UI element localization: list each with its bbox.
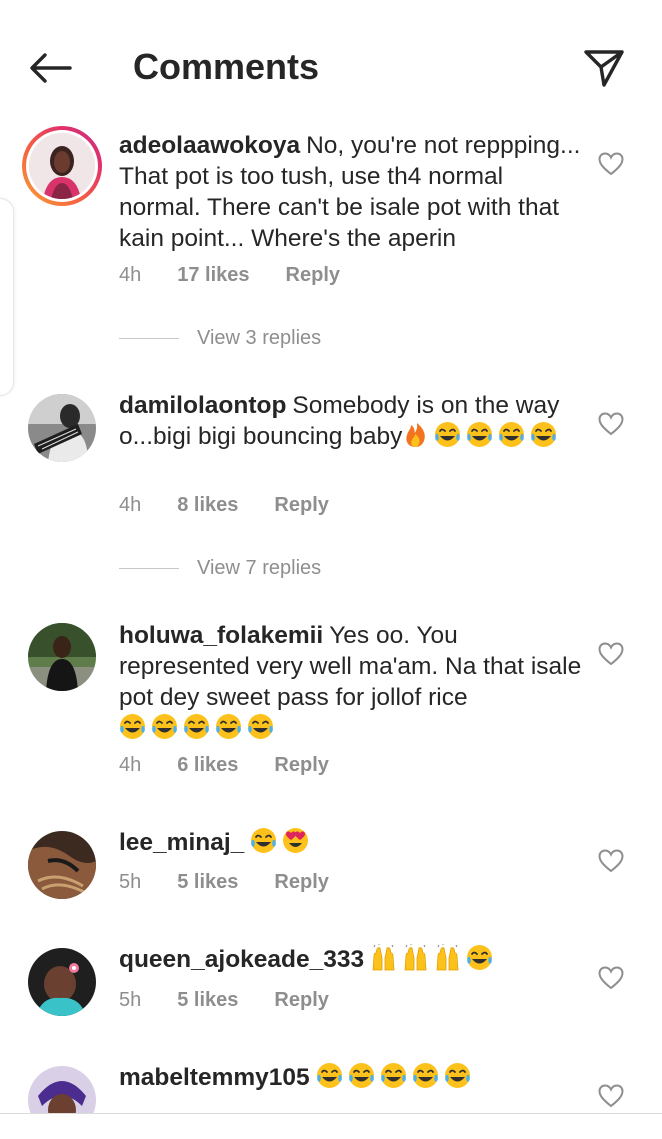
avatar-image bbox=[28, 831, 96, 899]
like-button[interactable] bbox=[598, 152, 624, 176]
comment-time: 4h bbox=[119, 494, 142, 516]
avatar-image bbox=[28, 394, 96, 462]
heart-icon bbox=[598, 849, 624, 873]
comment-time: 5h bbox=[119, 989, 142, 1011]
like-button[interactable] bbox=[598, 1084, 624, 1108]
comment-time: 5h bbox=[119, 871, 142, 893]
joy-emoji bbox=[530, 421, 557, 448]
avatar[interactable] bbox=[22, 126, 102, 206]
comment-likes[interactable]: 17 likes bbox=[177, 264, 249, 287]
view-replies-label: View 7 replies bbox=[197, 557, 322, 579]
joy-emoji bbox=[434, 421, 461, 448]
comment-meta: 4h 6 likes Reply bbox=[119, 754, 329, 777]
joy-emoji bbox=[247, 713, 274, 740]
joy-emoji bbox=[498, 421, 525, 448]
reply-button[interactable]: Reply bbox=[274, 871, 328, 894]
comment-time: 4h bbox=[119, 264, 142, 286]
heart-icon bbox=[598, 152, 624, 176]
reply-button[interactable]: Reply bbox=[286, 264, 340, 287]
joy-emoji bbox=[215, 713, 242, 740]
comment-meta: 5h 5 likes Reply bbox=[119, 871, 329, 894]
view-replies-button[interactable]: View 3 replies bbox=[119, 327, 321, 350]
comment-username[interactable]: lee_minaj_ bbox=[119, 829, 244, 856]
joy-emoji bbox=[412, 1062, 439, 1089]
avatar-image bbox=[28, 948, 96, 1016]
comment-text: queen_ajokeade_333 bbox=[119, 944, 584, 975]
heart-icon bbox=[598, 966, 624, 990]
avatar[interactable] bbox=[28, 831, 96, 899]
like-button[interactable] bbox=[598, 849, 624, 873]
joy-emoji bbox=[444, 1062, 471, 1089]
avatar-image bbox=[29, 133, 95, 199]
joy-emoji bbox=[250, 827, 277, 854]
share-button[interactable] bbox=[578, 44, 630, 92]
comment-text: mabeltemmy105 bbox=[119, 1062, 584, 1093]
comments-screen: Comments adeolaawokoya No, you're not re… bbox=[0, 0, 662, 1139]
reply-button[interactable]: Reply bbox=[274, 494, 328, 517]
avatar[interactable] bbox=[28, 394, 96, 462]
arrow-left-icon bbox=[30, 53, 72, 83]
comment-text: adeolaawokoya No, you're not reppping... … bbox=[119, 130, 584, 254]
divider-line bbox=[119, 338, 179, 339]
comment-likes[interactable]: 5 likes bbox=[177, 989, 238, 1012]
heart-icon bbox=[598, 412, 624, 436]
comment-input-bar[interactable] bbox=[0, 1114, 662, 1139]
comment-meta: 4h 8 likes Reply bbox=[119, 494, 329, 517]
comment-meta: 5h 5 likes Reply bbox=[119, 989, 329, 1012]
like-button[interactable] bbox=[598, 642, 624, 666]
joy-emoji bbox=[183, 713, 210, 740]
side-panel-edge bbox=[0, 198, 14, 396]
comment-username[interactable]: queen_ajokeade_333 bbox=[119, 946, 364, 973]
comment-text: lee_minaj_ bbox=[119, 827, 584, 858]
comment-username[interactable]: holuwa_folakemii bbox=[119, 622, 323, 649]
heart-icon bbox=[598, 1084, 624, 1108]
raised-hands-emoji bbox=[434, 944, 461, 971]
view-replies-button[interactable]: View 7 replies bbox=[119, 557, 321, 580]
joy-emoji bbox=[380, 1062, 407, 1089]
avatar-image bbox=[28, 623, 96, 691]
comment-username[interactable]: adeolaawokoya bbox=[119, 132, 300, 159]
joy-emoji bbox=[151, 713, 178, 740]
joy-emoji bbox=[316, 1062, 343, 1089]
heart-eyes-emoji bbox=[282, 827, 309, 854]
raised-hands-emoji bbox=[402, 944, 429, 971]
header: Comments bbox=[0, 0, 662, 120]
joy-emoji bbox=[466, 421, 493, 448]
fire-emoji bbox=[402, 421, 429, 448]
heart-icon bbox=[598, 642, 624, 666]
comment-likes[interactable]: 8 likes bbox=[177, 494, 238, 517]
reply-button[interactable]: Reply bbox=[274, 989, 328, 1012]
joy-emoji bbox=[466, 944, 493, 971]
reply-button[interactable]: Reply bbox=[274, 754, 328, 777]
avatar[interactable] bbox=[28, 948, 96, 1016]
comment-text: damilolaontop Somebody is on the way o...… bbox=[119, 390, 584, 452]
avatar[interactable] bbox=[28, 623, 96, 691]
comment-username[interactable]: mabeltemmy105 bbox=[119, 1064, 310, 1091]
back-button[interactable] bbox=[24, 44, 76, 92]
divider-line bbox=[119, 568, 179, 569]
comment-time: 4h bbox=[119, 754, 142, 776]
view-replies-label: View 3 replies bbox=[197, 327, 322, 349]
comment-username[interactable]: damilolaontop bbox=[119, 392, 286, 419]
comment-likes[interactable]: 6 likes bbox=[177, 754, 238, 777]
comment-text: holuwa_folakemii Yes oo. You represented … bbox=[119, 620, 584, 744]
comment-likes[interactable]: 5 likes bbox=[177, 871, 238, 894]
like-button[interactable] bbox=[598, 966, 624, 990]
like-button[interactable] bbox=[598, 412, 624, 436]
comment-meta: 4h 17 likes Reply bbox=[119, 264, 340, 287]
joy-emoji bbox=[348, 1062, 375, 1089]
paper-plane-icon bbox=[584, 50, 624, 87]
page-title: Comments bbox=[133, 46, 320, 87]
joy-emoji bbox=[119, 713, 146, 740]
raised-hands-emoji bbox=[370, 944, 397, 971]
